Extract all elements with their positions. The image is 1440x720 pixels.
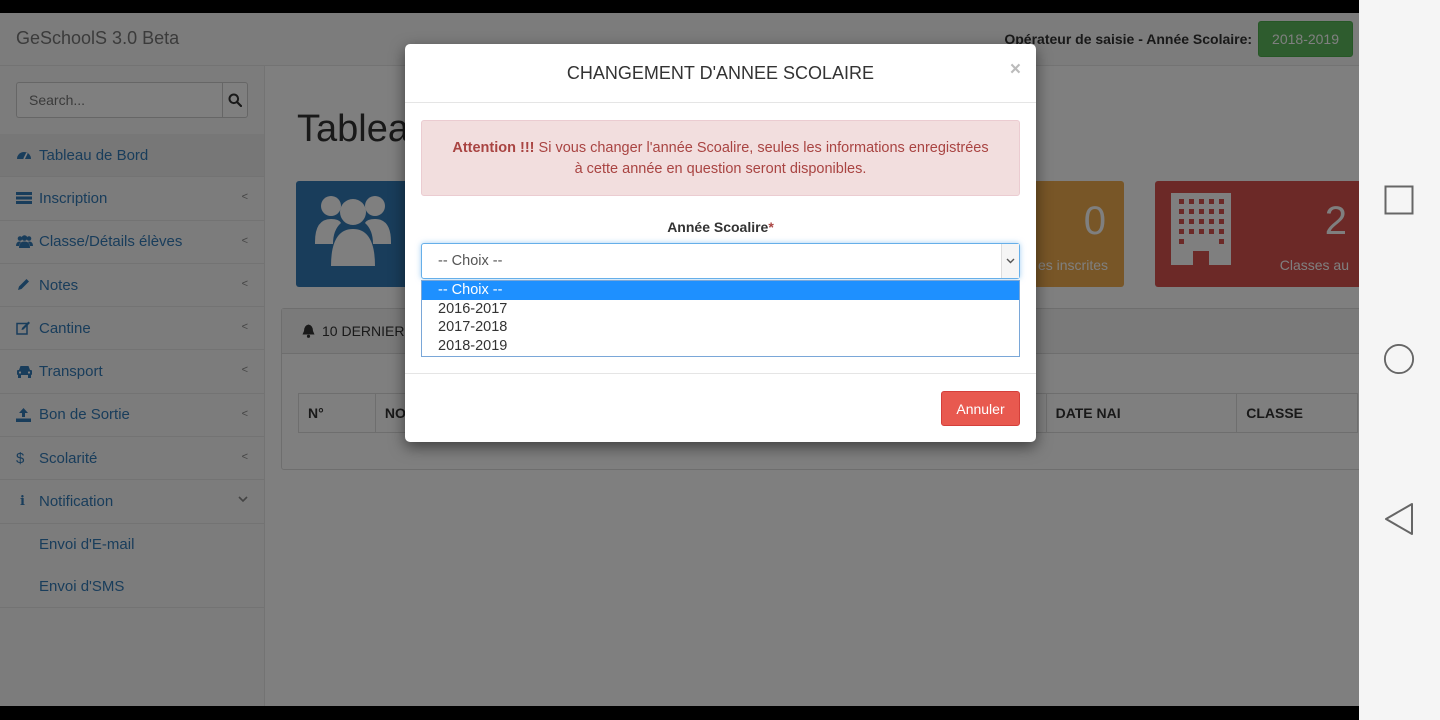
alert-strong: Attention !!!	[452, 140, 535, 156]
year-select[interactable]: -- Choix --	[421, 243, 1020, 279]
modal-title: CHANGEMENT D'ANNEE SCOLAIRE	[566, 63, 875, 83]
modal-header: CHANGEMENT D'ANNEE SCOLAIRE ×	[405, 44, 1036, 103]
android-nav-bar	[1359, 0, 1440, 720]
change-year-modal: CHANGEMENT D'ANNEE SCOLAIRE × Attention …	[405, 44, 1036, 442]
year-label-text: Année Scoalire	[667, 219, 769, 235]
back-button[interactable]	[1383, 503, 1415, 535]
recent-apps-button[interactable]	[1383, 184, 1415, 216]
modal-footer: Annuler	[405, 373, 1036, 442]
required-mark: *	[768, 219, 774, 235]
bottom-strip	[0, 706, 1359, 720]
dropdown-option-choix[interactable]: -- Choix --	[422, 281, 1019, 300]
warning-alert: Attention !!! Si vous changer l'année Sc…	[421, 120, 1020, 196]
chevron-down-icon[interactable]	[1001, 244, 1019, 278]
alert-line-1: Si vous changer l'année Scoalire, seules…	[534, 140, 989, 156]
back-triangle-icon	[1385, 503, 1413, 535]
app-window: GeSchoolS 3.0 Beta Opérateur de saisie -…	[0, 13, 1359, 706]
status-bar-strip	[0, 0, 1359, 13]
cancel-button[interactable]: Annuler	[941, 391, 1020, 426]
alert-line-2: à cette année en question seront disponi…	[574, 161, 867, 177]
home-button[interactable]	[1383, 343, 1415, 375]
dropdown-option-2018-2019[interactable]: 2018-2019	[422, 337, 1019, 356]
dropdown-option-2016-2017[interactable]: 2016-2017	[422, 300, 1019, 319]
close-icon[interactable]: ×	[1010, 59, 1021, 81]
year-dropdown-list: -- Choix -- 2016-2017 2017-2018 2018-201…	[421, 280, 1020, 357]
dropdown-option-2017-2018[interactable]: 2017-2018	[422, 318, 1019, 337]
square-icon	[1384, 185, 1414, 215]
circle-icon	[1383, 343, 1415, 375]
year-field-label: Année Scoalire*	[405, 219, 1036, 235]
select-value: -- Choix --	[438, 253, 503, 269]
screen: GeSchoolS 3.0 Beta Opérateur de saisie -…	[0, 0, 1440, 720]
